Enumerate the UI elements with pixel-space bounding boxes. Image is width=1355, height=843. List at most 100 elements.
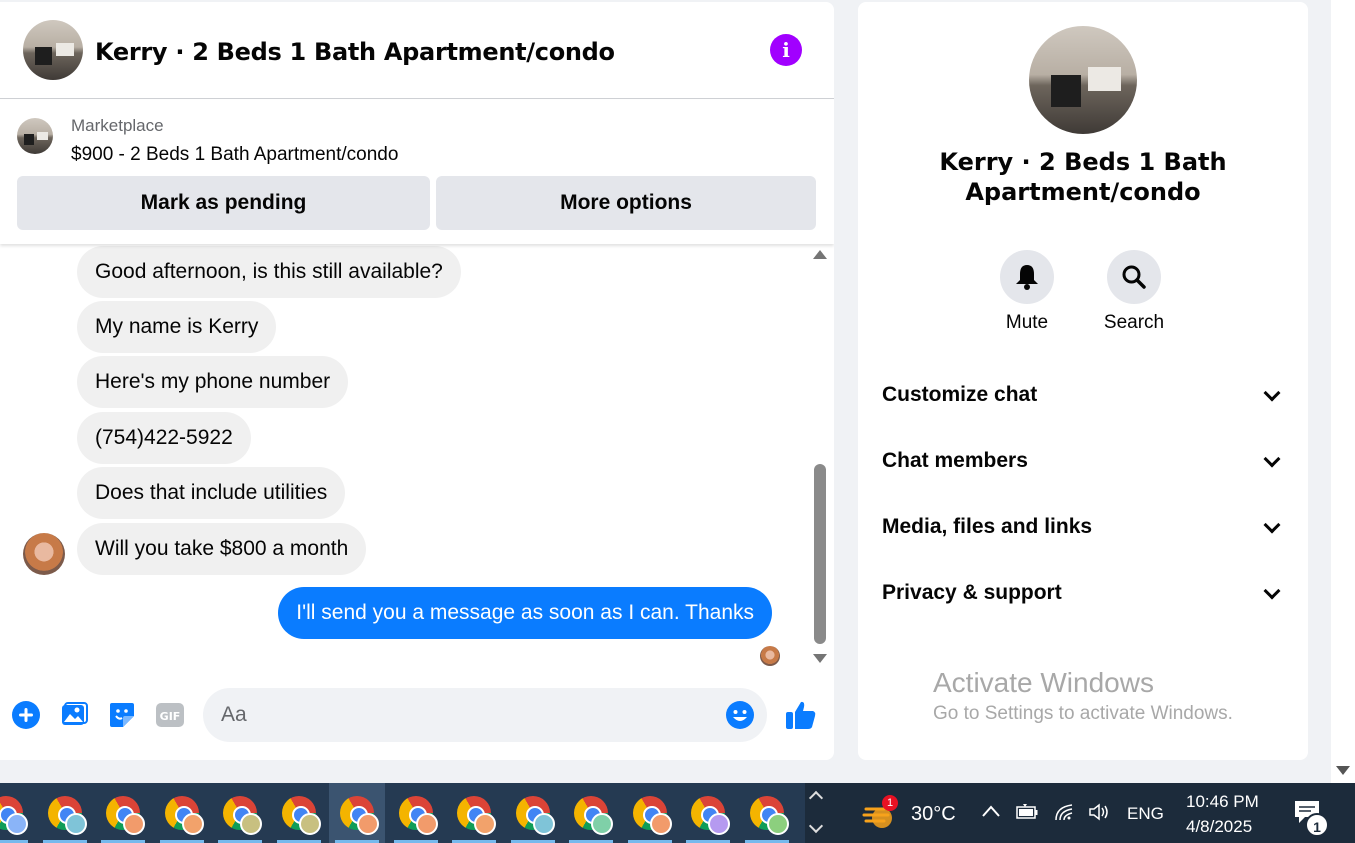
- profile-badge-icon: [123, 813, 145, 835]
- taskbar-chrome-app[interactable]: [95, 783, 151, 843]
- conversation-info-panel: Kerry · 2 Beds 1 Bath Apartment/condo Mu…: [858, 2, 1308, 760]
- read-receipt-avatar: [760, 646, 780, 666]
- search-icon: [1122, 265, 1146, 289]
- taskbar-scroll[interactable]: [806, 783, 828, 843]
- scroll-thumb[interactable]: [814, 464, 826, 644]
- listing-thumbnail[interactable]: [17, 118, 53, 154]
- clock-date: 4/8/2025: [1186, 817, 1253, 836]
- taskbar-chrome-app[interactable]: [37, 783, 93, 843]
- message-list: Good afternoon, is this still available?…: [0, 244, 810, 674]
- profile-badge-icon: [298, 813, 321, 835]
- taskbar-chrome-app[interactable]: [388, 783, 444, 843]
- outgoing-message-bubble[interactable]: I'll send you a message as soon as I can…: [278, 587, 772, 639]
- chevron-up-icon[interactable]: [982, 805, 1000, 817]
- windows-taskbar: 1 30°C ENG 10:46 PM 4/8/2025 1: [0, 783, 1355, 843]
- profile-badge-icon: [357, 813, 379, 835]
- image-icon[interactable]: [59, 700, 89, 730]
- temperature: 30°C: [911, 803, 956, 825]
- profile-badge-icon: [240, 813, 262, 835]
- chat-members-section[interactable]: Chat members: [882, 441, 1286, 481]
- sticker-icon[interactable]: [107, 700, 137, 730]
- taskbar-chrome-app[interactable]: [0, 783, 34, 843]
- mark-as-pending-button[interactable]: Mark as pending: [17, 176, 430, 230]
- profile-badge-icon: [766, 813, 789, 835]
- customize-chat-section[interactable]: Customize chat: [882, 375, 1286, 415]
- message-bubble[interactable]: Here's my phone number: [77, 356, 349, 408]
- watermark-subtext: Go to Settings to activate Windows.: [933, 703, 1233, 724]
- chevron-down-icon[interactable]: [808, 818, 824, 834]
- chevron-down-icon: [1263, 516, 1281, 534]
- conversation-avatar[interactable]: [1029, 26, 1137, 134]
- mute-label: Mute: [1005, 312, 1049, 333]
- activate-windows-watermark: Activate Windows Go to Settings to activ…: [933, 667, 1233, 725]
- taskbar-chrome-app[interactable]: [739, 783, 795, 843]
- profile-badge-icon: [6, 813, 28, 835]
- chat-title[interactable]: Kerry · 2 Beds 1 Bath Apartment/condo: [95, 38, 615, 66]
- message-bubble[interactable]: My name is Kerry: [77, 301, 277, 353]
- svg-text:GIF: GIF: [160, 710, 181, 723]
- message-bubble[interactable]: (754)422-5922: [77, 412, 251, 464]
- taskbar-app-list: [0, 783, 805, 843]
- taskbar-chrome-app[interactable]: [329, 783, 385, 843]
- system-clock[interactable]: 10:46 PM 4/8/2025: [1186, 789, 1259, 839]
- listing-title[interactable]: $900 - 2 Beds 1 Bath Apartment/condo: [71, 144, 398, 166]
- battery-icon[interactable]: [1014, 803, 1040, 821]
- search-label: Search: [1103, 312, 1165, 333]
- section-label: Privacy & support: [882, 581, 1062, 604]
- section-label: Customize chat: [882, 383, 1038, 406]
- chevron-down-icon: [1263, 582, 1281, 600]
- taskbar-chrome-app[interactable]: [505, 783, 561, 843]
- profile-badge-icon: [64, 813, 87, 835]
- emoji-icon[interactable]: [725, 700, 755, 730]
- taskbar-chrome-app[interactable]: [680, 783, 736, 843]
- profile-badge-icon: [474, 813, 496, 835]
- weather-badge: 1: [882, 795, 898, 811]
- search-button[interactable]: Search: [1079, 250, 1189, 334]
- page-scrollbar[interactable]: [1331, 0, 1355, 783]
- watermark-heading: Activate Windows: [933, 667, 1154, 698]
- more-options-button[interactable]: More options: [436, 176, 816, 230]
- like-icon[interactable]: [784, 698, 818, 732]
- section-label: Chat members: [882, 449, 1028, 472]
- plus-icon[interactable]: [11, 700, 41, 730]
- message-composer: GIF: [0, 678, 834, 758]
- taskbar-chrome-app[interactable]: [271, 783, 327, 843]
- message-bubble[interactable]: Will you take $800 a month: [77, 523, 367, 575]
- message-scrollbar[interactable]: [810, 244, 832, 672]
- listing-avatar[interactable]: [23, 20, 83, 80]
- gif-icon[interactable]: GIF: [155, 700, 185, 730]
- language-indicator[interactable]: ENG: [1127, 804, 1164, 824]
- profile-badge-icon: [649, 813, 672, 835]
- volume-icon[interactable]: [1088, 803, 1112, 821]
- taskbar-chrome-app[interactable]: [622, 783, 678, 843]
- profile-badge-icon: [181, 813, 204, 835]
- message-bubble[interactable]: Does that include utilities: [77, 467, 346, 519]
- profile-badge-icon: [708, 813, 730, 835]
- chat-panel: Kerry · 2 Beds 1 Bath Apartment/condo i …: [0, 2, 834, 760]
- media-files-links-section[interactable]: Media, files and links: [882, 507, 1286, 547]
- taskbar-chrome-app[interactable]: [563, 783, 619, 843]
- scroll-up-arrow-icon[interactable]: [813, 250, 827, 259]
- profile-badge-icon: [415, 813, 438, 835]
- info-icon[interactable]: i: [770, 34, 802, 66]
- marketplace-banner: Marketplace $900 - 2 Beds 1 Bath Apartme…: [0, 100, 834, 244]
- sender-avatar[interactable]: [23, 533, 65, 575]
- notification-count-badge: 1: [1305, 813, 1329, 837]
- wifi-icon[interactable]: [1054, 802, 1076, 822]
- taskbar-chrome-app[interactable]: [154, 783, 210, 843]
- marketplace-label: Marketplace: [71, 116, 164, 135]
- message-bubble[interactable]: Good afternoon, is this still available?: [77, 246, 461, 298]
- chevron-up-icon[interactable]: [808, 790, 824, 806]
- scroll-down-arrow-icon[interactable]: [1336, 766, 1350, 775]
- taskbar-chrome-app[interactable]: [446, 783, 502, 843]
- chat-header: Kerry · 2 Beds 1 Bath Apartment/condo i: [0, 2, 834, 99]
- mute-button[interactable]: Mute: [972, 250, 1082, 334]
- taskbar-chrome-app[interactable]: [212, 783, 268, 843]
- privacy-support-section[interactable]: Privacy & support: [882, 573, 1286, 613]
- conversation-title: Kerry · 2 Beds 1 Bath Apartment/condo: [939, 148, 1227, 206]
- profile-badge-icon: [591, 813, 613, 835]
- scroll-down-arrow-icon[interactable]: [813, 654, 827, 663]
- chevron-down-icon: [1263, 384, 1281, 402]
- message-input[interactable]: [203, 688, 767, 742]
- bell-icon: [1016, 265, 1038, 290]
